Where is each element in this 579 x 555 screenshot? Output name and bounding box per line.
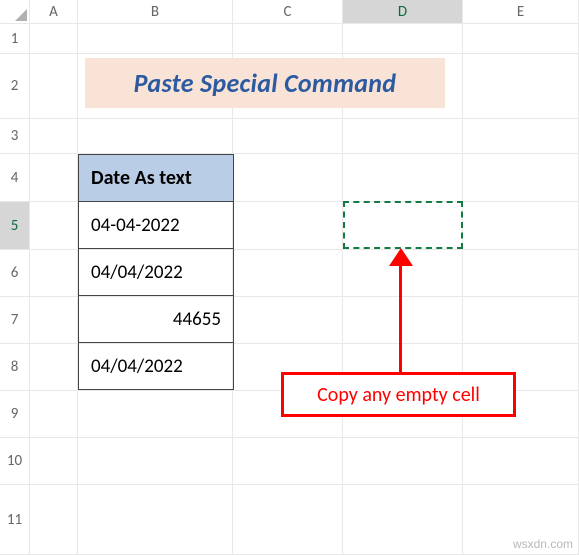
cell[interactable] <box>233 154 343 202</box>
title-banner: Paste Special Command <box>85 58 445 108</box>
row-header-11[interactable]: 11 <box>0 485 30 555</box>
arrow-head-icon <box>389 248 413 266</box>
row-header-8[interactable]: 8 <box>0 344 30 391</box>
row-header-4[interactable]: 4 <box>0 154 30 202</box>
row-header-5[interactable]: 5 <box>0 202 30 250</box>
cell[interactable] <box>343 119 463 154</box>
cell[interactable] <box>463 24 579 54</box>
cell[interactable] <box>30 154 78 202</box>
page-title: Paste Special Command <box>134 67 397 99</box>
cell[interactable] <box>233 202 343 250</box>
cell[interactable] <box>30 119 78 154</box>
cell[interactable] <box>78 485 233 555</box>
cell[interactable] <box>30 438 78 485</box>
col-header-e[interactable]: E <box>463 0 579 24</box>
cell[interactable] <box>343 297 463 344</box>
table-row[interactable]: 44655 <box>79 296 234 343</box>
select-all-corner[interactable] <box>0 0 30 24</box>
cell[interactable] <box>233 485 343 555</box>
watermark: wsxdn.com <box>513 537 573 551</box>
col-header-d[interactable]: D <box>343 0 463 24</box>
row-header-9[interactable]: 9 <box>0 391 30 438</box>
cell[interactable] <box>463 119 579 154</box>
row-header-1[interactable]: 1 <box>0 24 30 54</box>
callout-box: Copy any empty cell <box>281 372 516 417</box>
cell[interactable] <box>30 250 78 297</box>
copy-marquee[interactable] <box>343 201 463 249</box>
row-header-10[interactable]: 10 <box>0 438 30 485</box>
cell[interactable] <box>233 119 343 154</box>
cell[interactable] <box>463 154 579 202</box>
arrow-line-icon <box>399 253 402 372</box>
col-header-b[interactable]: B <box>78 0 233 24</box>
table-row[interactable]: 04/04/2022 <box>79 249 234 296</box>
col-header-a[interactable]: A <box>30 0 78 24</box>
table-row[interactable]: 04-04-2022 <box>79 202 234 249</box>
cell[interactable] <box>343 154 463 202</box>
cell[interactable] <box>78 24 233 54</box>
cell[interactable] <box>343 485 463 555</box>
cell[interactable] <box>463 438 579 485</box>
cell[interactable] <box>463 54 579 119</box>
row-header-2[interactable]: 2 <box>0 54 30 119</box>
cell[interactable] <box>343 24 463 54</box>
row-header-3[interactable]: 3 <box>0 119 30 154</box>
cell[interactable] <box>463 250 579 297</box>
table-row[interactable]: 04/04/2022 <box>79 343 234 390</box>
cell[interactable] <box>233 297 343 344</box>
cell[interactable] <box>78 119 233 154</box>
cell[interactable] <box>233 250 343 297</box>
cell[interactable] <box>30 485 78 555</box>
cell[interactable] <box>343 438 463 485</box>
cell[interactable] <box>233 24 343 54</box>
data-table: Date As text 04-04-2022 04/04/2022 44655… <box>78 154 234 390</box>
cell[interactable] <box>463 297 579 344</box>
callout-text: Copy any empty cell <box>317 383 480 407</box>
cell[interactable] <box>30 391 78 438</box>
table-header[interactable]: Date As text <box>79 155 234 202</box>
cell[interactable] <box>30 24 78 54</box>
cell[interactable] <box>78 438 233 485</box>
cell[interactable] <box>30 202 78 250</box>
cell[interactable] <box>463 202 579 250</box>
col-header-c[interactable]: C <box>233 0 343 24</box>
cell[interactable] <box>30 54 78 119</box>
row-header-7[interactable]: 7 <box>0 297 30 344</box>
cell[interactable] <box>30 297 78 344</box>
cell[interactable] <box>30 344 78 391</box>
cell[interactable] <box>233 438 343 485</box>
row-header-6[interactable]: 6 <box>0 250 30 297</box>
cell[interactable] <box>78 391 233 438</box>
